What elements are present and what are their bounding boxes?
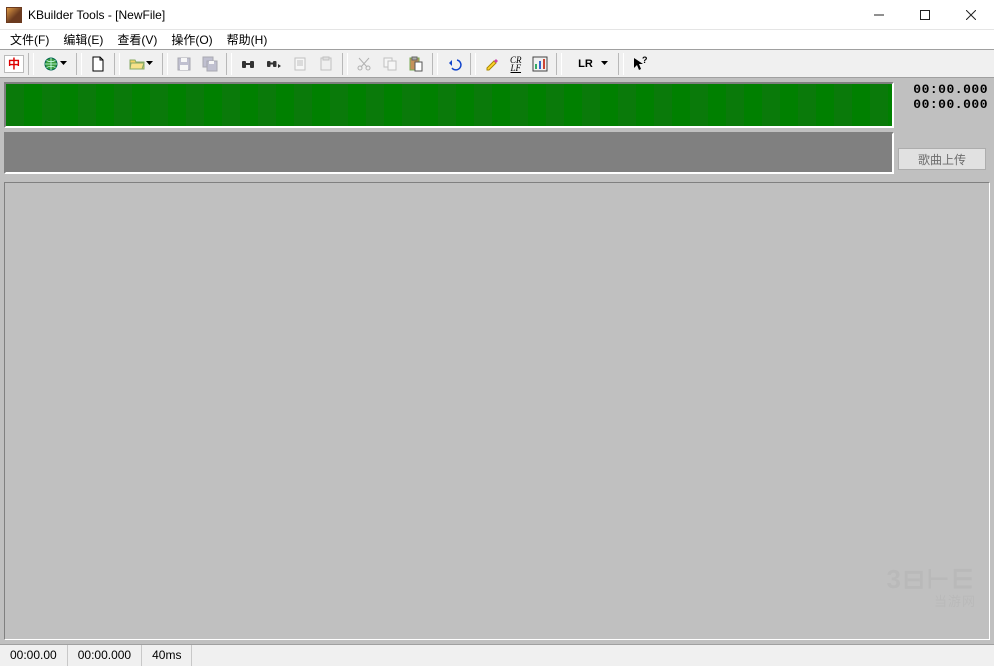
menu-help[interactable]: 帮助(H): [221, 29, 274, 50]
chart-icon: [532, 56, 548, 72]
save-all-icon: [202, 56, 218, 72]
toolbar: 中 CRL: [0, 50, 994, 78]
clipboard-button[interactable]: [314, 53, 338, 75]
svg-text:?: ?: [642, 56, 648, 65]
minimize-icon: [874, 10, 884, 20]
find-button[interactable]: [236, 53, 260, 75]
chevron-down-icon: [601, 60, 609, 67]
page-icon: [292, 56, 308, 72]
undo-icon: [446, 56, 462, 72]
new-file-icon: [90, 56, 106, 72]
scissors-icon: [356, 56, 372, 72]
close-icon: [966, 10, 976, 20]
menu-file[interactable]: 文件(F): [4, 29, 55, 50]
window-title: KBuilder Tools - [NewFile]: [28, 8, 165, 22]
chevron-down-icon: [59, 60, 67, 67]
lr-button[interactable]: LR: [566, 53, 614, 75]
menu-view[interactable]: 查看(V): [111, 29, 163, 50]
status-bar: 00:00.00 00:00.000 40ms: [0, 644, 994, 666]
chart-button[interactable]: [528, 53, 552, 75]
copy-icon: [382, 56, 398, 72]
status-step: 40ms: [142, 645, 192, 666]
close-button[interactable]: [948, 0, 994, 30]
help-pointer-icon: ?: [632, 56, 648, 72]
folder-open-icon: [129, 56, 145, 72]
menu-bar: 文件(F) 编辑(E) 查看(V) 操作(O) 帮助(H): [0, 30, 994, 50]
copy-button[interactable]: [378, 53, 402, 75]
minimize-button[interactable]: [856, 0, 902, 30]
highlight-icon: [484, 56, 500, 72]
timecode-elapsed: 00:00.000: [898, 82, 990, 97]
save-all-button[interactable]: [198, 53, 222, 75]
waveform-track[interactable]: [4, 82, 894, 128]
paste-icon: [408, 56, 424, 72]
new-file-button[interactable]: [86, 53, 110, 75]
timecode-total: 00:00.000: [898, 97, 990, 112]
maximize-icon: [920, 10, 930, 20]
save-button[interactable]: [172, 53, 196, 75]
highlight-button[interactable]: [480, 53, 504, 75]
chevron-down-icon: [145, 60, 153, 67]
status-time-long: 00:00.000: [68, 645, 142, 666]
work-area: 00:00.000 00:00.000 歌曲上传 3⊟⊢⋿ 当游网: [0, 78, 994, 644]
paste-button[interactable]: [404, 53, 428, 75]
menu-edit[interactable]: 编辑(E): [57, 29, 109, 50]
lr-label: LR: [571, 58, 601, 70]
binoculars-icon: [240, 56, 256, 72]
globe-icon: [43, 56, 59, 72]
title-bar: KBuilder Tools - [NewFile]: [0, 0, 994, 30]
upload-song-button[interactable]: 歌曲上传: [898, 148, 986, 170]
maximize-button[interactable]: [902, 0, 948, 30]
find-next-button[interactable]: [262, 53, 286, 75]
language-label: 中: [8, 55, 20, 72]
open-button[interactable]: [124, 53, 158, 75]
side-panel: 00:00.000 00:00.000 歌曲上传: [898, 82, 990, 170]
menu-operate[interactable]: 操作(O): [165, 29, 218, 50]
page-setup-button[interactable]: [288, 53, 312, 75]
save-icon: [176, 56, 192, 72]
context-help-button[interactable]: ?: [628, 53, 652, 75]
clipboard-icon: [318, 56, 334, 72]
status-time-short: 00:00.00: [0, 645, 68, 666]
editor-area[interactable]: [4, 182, 990, 640]
crlf-bot-label: LF: [511, 63, 522, 73]
crlf-button[interactable]: CRLF: [506, 53, 526, 75]
language-button[interactable]: 中: [4, 55, 24, 73]
cut-button[interactable]: [352, 53, 376, 75]
app-icon: [6, 7, 22, 23]
binoculars-next-icon: [266, 56, 282, 72]
track-panel: [4, 82, 894, 178]
lyric-track[interactable]: [4, 132, 894, 174]
globe-button[interactable]: [38, 53, 72, 75]
undo-button[interactable]: [442, 53, 466, 75]
